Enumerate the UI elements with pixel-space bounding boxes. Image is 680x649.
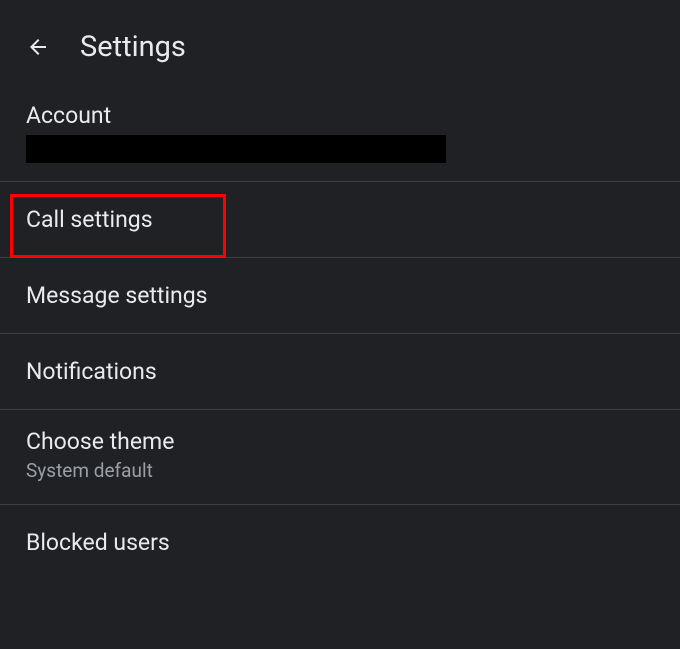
settings-item-message[interactable]: Message settings: [0, 257, 680, 333]
settings-item-call[interactable]: Call settings: [0, 181, 680, 257]
account-value-redacted: [26, 135, 446, 163]
settings-item-label: Choose theme: [26, 428, 654, 455]
settings-item-notifications[interactable]: Notifications: [0, 333, 680, 409]
settings-item-label: Message settings: [26, 282, 654, 309]
account-label: Account: [26, 102, 654, 129]
settings-item-blocked-users[interactable]: Blocked users: [0, 504, 680, 580]
settings-item-label: Blocked users: [26, 529, 654, 556]
account-section[interactable]: Account: [0, 84, 680, 181]
settings-item-theme[interactable]: Choose theme System default: [0, 409, 680, 504]
page-title: Settings: [80, 30, 186, 64]
back-arrow-icon: [26, 34, 50, 60]
back-button[interactable]: [26, 35, 50, 59]
settings-item-label: Call settings: [26, 206, 654, 233]
header: Settings: [0, 0, 680, 84]
settings-item-sublabel: System default: [26, 459, 654, 482]
settings-item-label: Notifications: [26, 358, 654, 385]
